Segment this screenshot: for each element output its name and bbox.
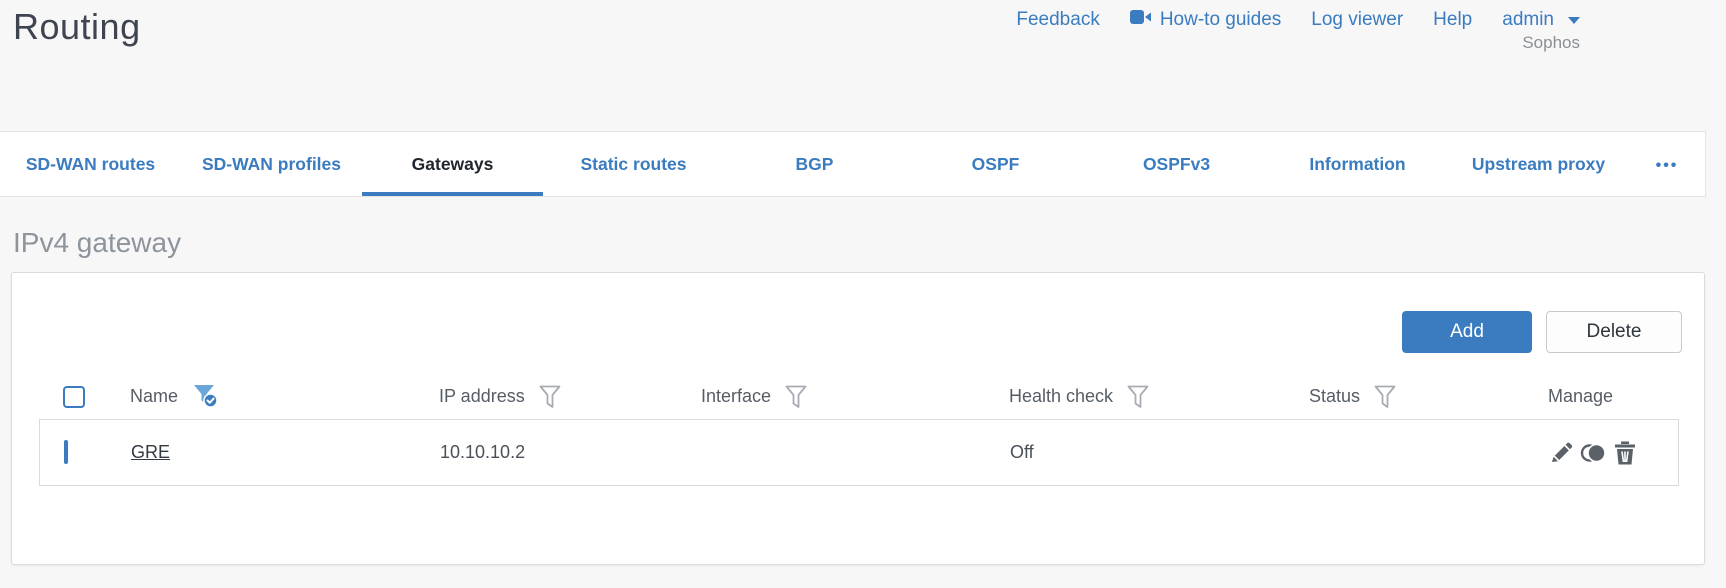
log-viewer-link[interactable]: Log viewer [1311, 9, 1403, 31]
tab-gateways[interactable]: Gateways [362, 132, 543, 196]
column-label: Status [1309, 386, 1361, 406]
tab-bar: SD-WAN routes SD-WAN profiles Gateways S… [0, 131, 1706, 197]
filter-icon[interactable] [785, 385, 807, 409]
add-button[interactable]: Add [1402, 311, 1532, 353]
chevron-down-icon [1568, 16, 1580, 24]
clone-icon[interactable] [1580, 441, 1607, 465]
column-label: IP address [439, 386, 525, 406]
section-title: IPv4 gateway [13, 227, 182, 258]
brand-label: Sophos [1522, 33, 1580, 52]
ip-address-cell: 10.10.10.2 [440, 442, 526, 462]
howto-guides-link[interactable]: How-to guides [1129, 9, 1281, 31]
toolbar: Add Delete [1402, 311, 1682, 353]
column-label: Health check [1009, 386, 1114, 406]
ipv4-gateway-card: Add Delete Name IP address Interface Hea… [11, 272, 1705, 565]
health-check-cell: Off [1010, 442, 1034, 462]
page-header: Routing Feedback How-to guides Log viewe… [0, 0, 1726, 131]
filter-icon[interactable] [539, 385, 561, 409]
name-cell: GRE [131, 442, 440, 463]
row-checkbox[interactable] [64, 440, 68, 464]
column-header-manage: Manage [1548, 386, 1679, 407]
gateway-table: Name IP address Interface Health check S… [39, 374, 1679, 486]
table-row: GRE 10.10.10.2 Off [40, 420, 1678, 485]
tab-sd-wan-profiles[interactable]: SD-WAN profiles [181, 132, 362, 196]
delete-icon[interactable] [1614, 441, 1636, 465]
tab-bgp[interactable]: BGP [724, 132, 905, 196]
tab-upstream-proxy[interactable]: Upstream proxy [1448, 132, 1629, 196]
feedback-link[interactable]: Feedback [1016, 9, 1099, 31]
help-link[interactable]: Help [1433, 9, 1472, 31]
user-menu[interactable]: admin [1502, 9, 1580, 31]
column-header-ip-address: IP address [439, 385, 701, 409]
tab-ospf[interactable]: OSPF [905, 132, 1086, 196]
status-cell [1310, 442, 1549, 463]
select-all-cell [63, 385, 130, 408]
column-label: Interface [701, 386, 772, 406]
video-camera-icon [1129, 9, 1152, 31]
tab-information[interactable]: Information [1267, 132, 1448, 196]
tabs-overflow-button[interactable]: ••• [1629, 132, 1705, 196]
column-header-interface: Interface [701, 385, 1009, 409]
column-header-name: Name [130, 383, 439, 410]
manage-cell [1549, 441, 1678, 465]
tab-static-routes[interactable]: Static routes [543, 132, 724, 196]
tab-sd-wan-routes[interactable]: SD-WAN routes [0, 132, 181, 196]
column-label: Name [130, 386, 179, 406]
column-header-health-check: Health check [1009, 385, 1309, 409]
delete-button[interactable]: Delete [1546, 311, 1682, 353]
row-select-cell [64, 440, 131, 464]
filter-icon[interactable] [1127, 385, 1149, 409]
page-title: Routing [13, 6, 141, 47]
select-all-checkbox[interactable] [63, 385, 85, 408]
table-header-row: Name IP address Interface Health check S… [39, 374, 1679, 419]
filter-active-icon[interactable] [192, 383, 219, 410]
filter-icon[interactable] [1374, 385, 1396, 409]
gateway-name-link[interactable]: GRE [131, 442, 170, 462]
tab-ospfv3[interactable]: OSPFv3 [1086, 132, 1267, 196]
edit-icon[interactable] [1549, 441, 1573, 465]
utility-nav: Feedback How-to guides Log viewer Help a… [1016, 9, 1580, 31]
table-body: GRE 10.10.10.2 Off [39, 419, 1679, 486]
column-label: Manage [1548, 386, 1614, 406]
column-header-status: Status [1309, 385, 1548, 409]
